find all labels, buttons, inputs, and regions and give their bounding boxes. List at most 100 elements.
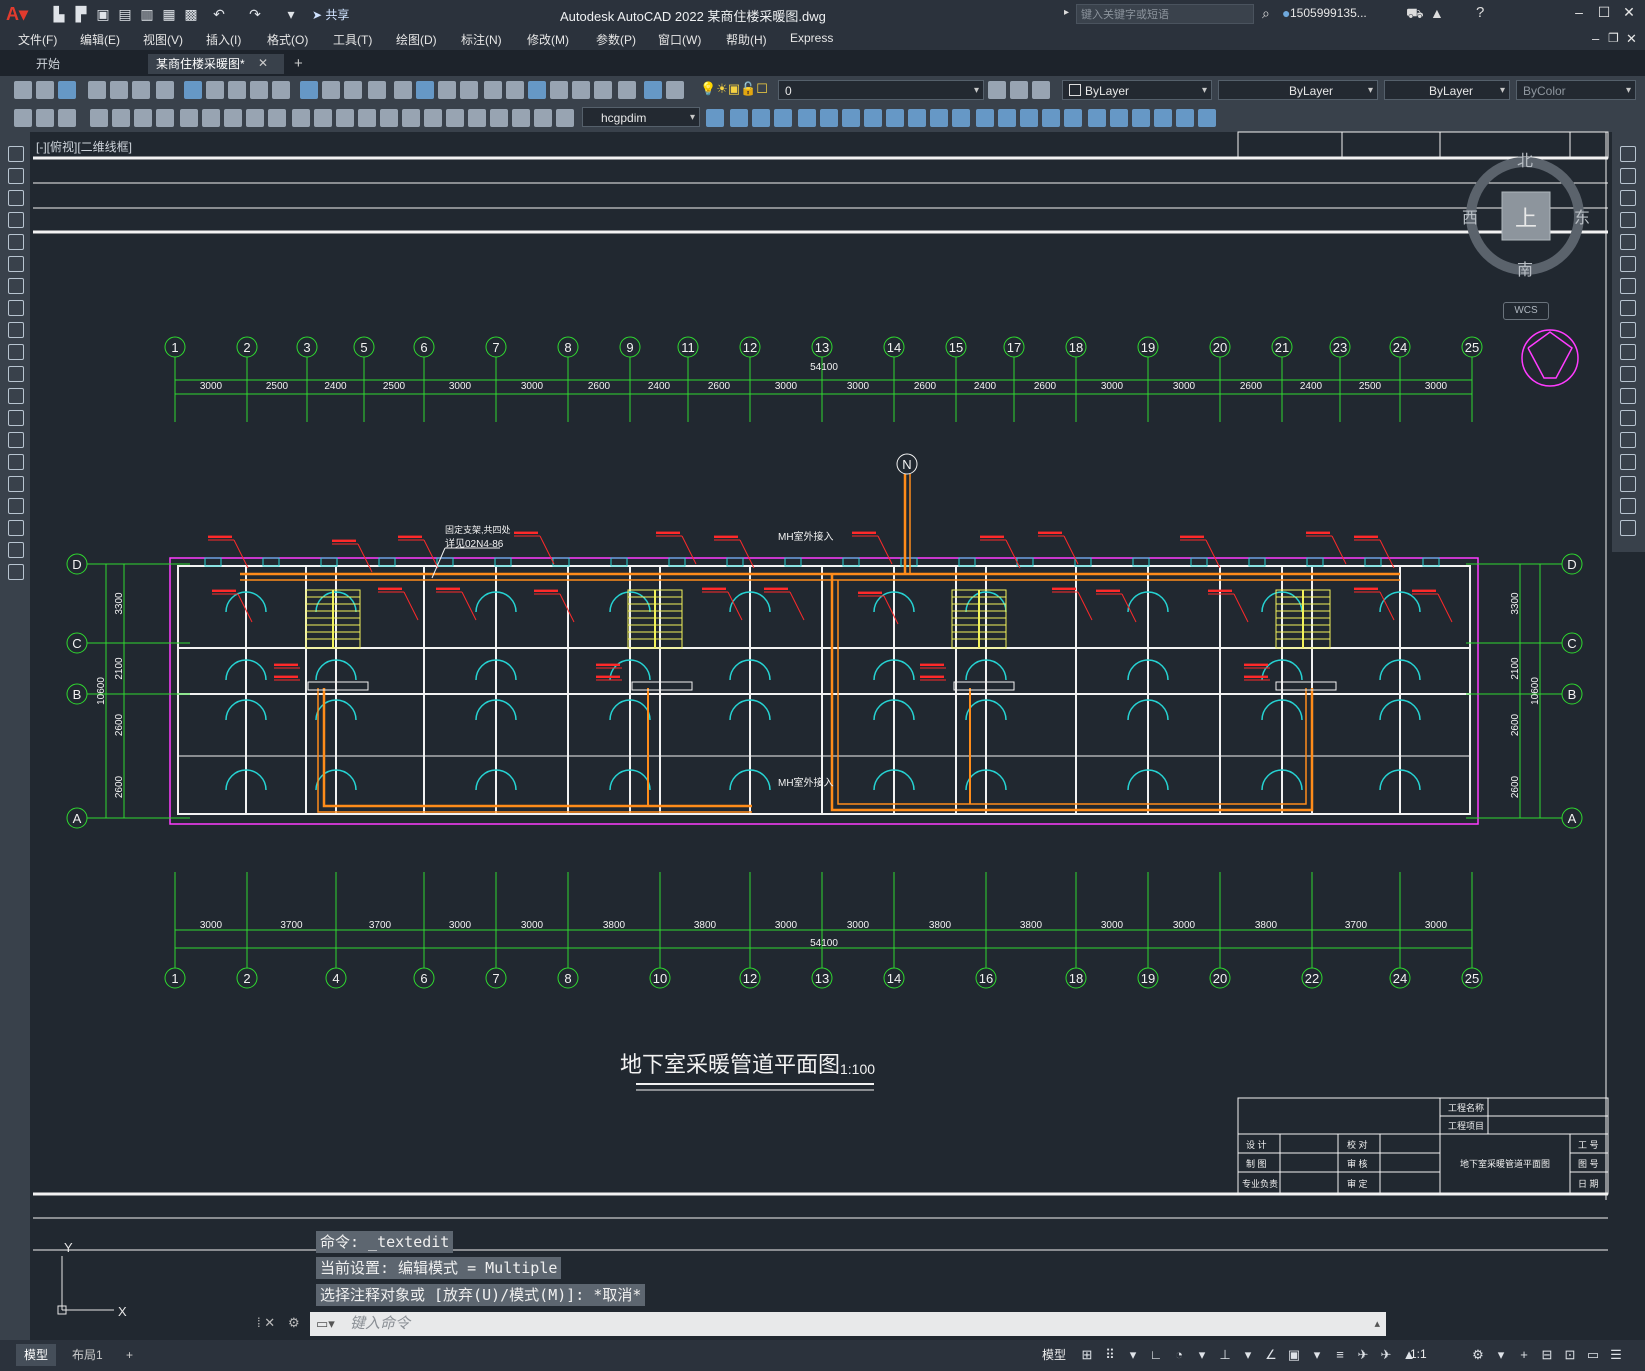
- modify-tool-icon-5[interactable]: [1620, 256, 1636, 272]
- toolbar2-icon-24[interactable]: [556, 109, 574, 127]
- draw-tool-icon-11[interactable]: [8, 388, 24, 404]
- toolbar1-icon-15[interactable]: [368, 81, 386, 99]
- toolbar1-icon-28[interactable]: [666, 81, 684, 99]
- status-toggle-icon-10[interactable]: ▾: [1308, 1346, 1326, 1364]
- toolbar2-icon-17[interactable]: [402, 109, 420, 127]
- toolbar1-icon-10[interactable]: [250, 81, 268, 99]
- status-toggle-icon-11[interactable]: ≡: [1331, 1346, 1349, 1364]
- modify-tool-icon-16[interactable]: [1620, 498, 1636, 514]
- draw-tool-icon-1[interactable]: [8, 168, 24, 184]
- status-toggle-icon-8[interactable]: ∠: [1262, 1346, 1280, 1364]
- layout-tab-model[interactable]: 模型: [16, 1344, 57, 1366]
- toolbar2-icon-18[interactable]: [424, 109, 442, 127]
- toolbar1-icon-6[interactable]: [156, 81, 174, 99]
- modify-tool-icon-7[interactable]: [1620, 300, 1636, 316]
- toolbar2-icon-36[interactable]: [952, 109, 970, 127]
- toolbar2-icon-47[interactable]: [1198, 109, 1216, 127]
- status-toggle-icon-23[interactable]: ☰: [1607, 1346, 1625, 1364]
- command-prompt-icon[interactable]: ▭▾: [316, 1312, 335, 1336]
- toolbar2-icon-26[interactable]: [730, 109, 748, 127]
- toolbar1-icon-21[interactable]: [506, 81, 524, 99]
- toolbar1-icon-24[interactable]: [572, 81, 590, 99]
- toolbar2-icon-20[interactable]: [468, 109, 486, 127]
- toolbar2-icon-0[interactable]: [14, 109, 32, 127]
- toolbar2-icon-31[interactable]: [842, 109, 860, 127]
- viewcube-north[interactable]: 北: [1517, 152, 1533, 170]
- add-layout-button[interactable]: +: [118, 1344, 141, 1366]
- toolbar1-icon-9[interactable]: [228, 81, 246, 99]
- toolbar2-icon-45[interactable]: [1154, 109, 1172, 127]
- status-toggle-icon-3[interactable]: ∟: [1147, 1346, 1165, 1364]
- toolbar1-icon-17[interactable]: [416, 81, 434, 99]
- toolbar2-icon-29[interactable]: [798, 109, 816, 127]
- toolbar2-icon-19[interactable]: [446, 109, 464, 127]
- toolbar2-icon-2[interactable]: [58, 109, 76, 127]
- toolbar1-icon-5[interactable]: [132, 81, 150, 99]
- toolbar1-icon-22[interactable]: [528, 81, 546, 99]
- draw-tool-icon-7[interactable]: [8, 300, 24, 316]
- modify-tool-icon-4[interactable]: [1620, 234, 1636, 250]
- status-toggle-icon-4[interactable]: ◔: [1170, 1346, 1188, 1364]
- toolbar2-icon-39[interactable]: [1020, 109, 1038, 127]
- toolbar2-icon-41[interactable]: [1064, 109, 1082, 127]
- modify-tool-icon-15[interactable]: [1620, 476, 1636, 492]
- toolbar2-icon-9[interactable]: [224, 109, 242, 127]
- draw-tool-icon-4[interactable]: [8, 234, 24, 250]
- draw-tool-icon-3[interactable]: [8, 212, 24, 228]
- toolbar1-icon-7[interactable]: [184, 81, 202, 99]
- modify-tool-icon-11[interactable]: [1620, 388, 1636, 404]
- status-toggle-icon-20[interactable]: ⊟: [1538, 1346, 1556, 1364]
- toolbar1-icon-2[interactable]: [58, 81, 76, 99]
- toolbar1-icon-25[interactable]: [594, 81, 612, 99]
- toolbar2-icon-35[interactable]: [930, 109, 948, 127]
- toolbar1-icon-13[interactable]: [322, 81, 340, 99]
- toolbar2-icon-11[interactable]: [268, 109, 286, 127]
- draw-tool-icon-0[interactable]: [8, 146, 24, 162]
- modify-tool-icon-0[interactable]: [1620, 146, 1636, 162]
- toolbar2-icon-3[interactable]: [90, 109, 108, 127]
- toolbar2-icon-23[interactable]: [534, 109, 552, 127]
- toolbar2-icon-6[interactable]: [156, 109, 174, 127]
- status-toggle-icon-6[interactable]: ⊥: [1216, 1346, 1234, 1364]
- draw-tool-icon-17[interactable]: [8, 520, 24, 536]
- viewcube-west[interactable]: 西: [1462, 210, 1478, 227]
- toolbar1-icon-4[interactable]: [110, 81, 128, 99]
- toolbar2-icon-44[interactable]: [1132, 109, 1150, 127]
- draw-tool-icon-15[interactable]: [8, 476, 24, 492]
- toolbar2-icon-40[interactable]: [1042, 109, 1060, 127]
- command-history-toggle-icon[interactable]: ▴: [1374, 1312, 1380, 1336]
- toolbar2-icon-33[interactable]: [886, 109, 904, 127]
- modify-tool-icon-10[interactable]: [1620, 366, 1636, 382]
- toolbar2-icon-42[interactable]: [1088, 109, 1106, 127]
- viewcube[interactable]: 上 北 南 东 西: [1460, 148, 1590, 278]
- layout-tab-1[interactable]: 布局1: [64, 1344, 111, 1366]
- toolbar2-icon-5[interactable]: [134, 109, 152, 127]
- draw-tool-icon-16[interactable]: [8, 498, 24, 514]
- toolbar2-icon-43[interactable]: [1110, 109, 1128, 127]
- draw-tool-icon-12[interactable]: [8, 410, 24, 426]
- toolbar2-icon-34[interactable]: [908, 109, 926, 127]
- toolbar2-icon-4[interactable]: [112, 109, 130, 127]
- draw-tool-icon-19[interactable]: [8, 564, 24, 580]
- status-toggle-icon-17[interactable]: ⚙: [1469, 1346, 1487, 1364]
- command-close-icon[interactable]: ⁞ ✕: [257, 1315, 275, 1331]
- status-toggle-icon-13[interactable]: ✈: [1377, 1346, 1395, 1364]
- toolbar1-icon-16[interactable]: [394, 81, 412, 99]
- modify-tool-icon-9[interactable]: [1620, 344, 1636, 360]
- toolbar2-icon-7[interactable]: [180, 109, 198, 127]
- toolbar1-icon-23[interactable]: [550, 81, 568, 99]
- toolbar1-icon-27[interactable]: [644, 81, 662, 99]
- status-toggle-icon-14[interactable]: ▲: [1400, 1346, 1418, 1364]
- toolbar2-icon-15[interactable]: [358, 109, 376, 127]
- status-toggle-icon-2[interactable]: ▾: [1124, 1346, 1142, 1364]
- viewcube-south[interactable]: 南: [1517, 261, 1533, 278]
- command-customize-icon[interactable]: ⚙: [288, 1315, 300, 1331]
- draw-tool-icon-5[interactable]: [8, 256, 24, 272]
- modify-tool-icon-3[interactable]: [1620, 212, 1636, 228]
- toolbar1-icon-26[interactable]: [618, 81, 636, 99]
- toolbar1-icon-20[interactable]: [484, 81, 502, 99]
- modify-tool-icon-1[interactable]: [1620, 168, 1636, 184]
- status-toggle-icon-22[interactable]: ▭: [1584, 1346, 1602, 1364]
- modify-tool-icon-13[interactable]: [1620, 432, 1636, 448]
- modify-tool-icon-6[interactable]: [1620, 278, 1636, 294]
